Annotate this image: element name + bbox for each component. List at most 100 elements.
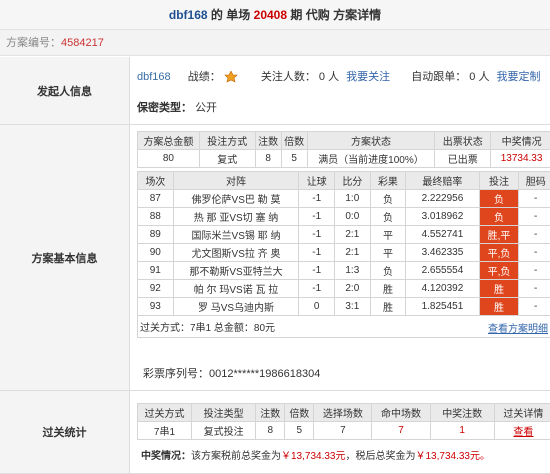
summary-cell: 5 [280,149,308,168]
match-score: 1:3 [334,261,371,280]
title-period: 20408 [253,8,288,22]
match-header: 场次 [137,171,174,190]
match-no: 91 [137,261,174,280]
ticket-serial-value: 0012******1986618304 [209,368,321,380]
stats-table: 过关方式 投注类型 注数 倍数 选择场数 命中场数 中奖注数 过关详情 7串1 … [137,403,550,440]
stats-header: 过关详情 [493,403,550,422]
summary-cell-prize: 13734.33 [490,149,550,168]
match-result: 胜 [369,297,407,316]
match-no: 92 [137,279,174,298]
match-header: 彩果 [369,171,407,190]
match-table: 场次 对阵 让球 比分 彩果 最终赔率 投注 胆码 87 佛罗伦萨VS巴 勒 莫… [137,171,550,338]
match-row: 92 帕 尔 玛VS诺 瓦 拉 -1 2:0 胜 4.120392 胜 - [137,279,550,298]
match-no: 87 [137,189,174,208]
initiator-section: 发起人信息 dbf168 战绩： 关注人数： 0 人 我要关注 自动跟单： 0 … [0,57,550,125]
summary-header: 方案总金额 [137,131,200,150]
match-header: 胆码 [518,171,550,190]
ticket-serial-label: 彩票序列号： [143,368,209,380]
match-teams: 佛罗伦萨VS巴 勒 莫 [172,189,300,208]
match-header: 最终赔率 [405,171,480,190]
stats-cell: 复式投注 [190,421,257,440]
title-de: 的 [210,8,223,22]
match-row: 89 国际米兰VS锡 耶 纳 -1 2:1 平 4.552741 胜,平 - [137,225,550,244]
basic-info-section-label: 方案基本信息 [0,125,130,390]
custom-follow-link[interactable]: 我要定制 [497,71,541,83]
match-bet: 平,负 [478,243,520,262]
match-header: 投注 [478,171,520,190]
stats-header: 中奖注数 [429,403,495,422]
match-banker: - [518,225,550,244]
prize-label: 中奖情况： [141,451,191,462]
match-result: 平 [369,243,407,262]
follow-link[interactable]: 我要关注 [346,71,390,83]
prize-pre-tax: ￥13,734.33元 [281,451,346,462]
prize-post-tax: ￥13,734.33元。 [415,451,491,462]
summary-cell: 满员（当前进度100%） [306,149,436,168]
title-user[interactable]: dbf168 [169,8,208,22]
crown-icon [224,70,238,83]
match-row: 88 热 那 亚VS切 塞 纳 -1 0:0 负 3.018962 负 - [137,207,550,226]
summary-header-row: 方案总金额 投注方式 注数 倍数 方案状态 出票状态 中奖情况 [137,131,550,150]
match-bet: 胜,平 [478,225,520,244]
summary-table: 方案总金额 投注方式 注数 倍数 方案状态 出票状态 中奖情况 80 复式 8 … [137,131,550,168]
match-handicap: -1 [298,207,335,226]
followers-label: 关注人数： [260,71,316,83]
match-handicap: -1 [298,243,335,262]
match-handicap: -1 [298,189,335,208]
match-teams: 尤文图斯VS拉 齐 奥 [172,243,300,262]
stats-section: 过关统计 过关方式 投注类型 注数 倍数 选择场数 命中场数 中奖注数 过关详情… [0,391,550,474]
match-no: 88 [137,207,174,226]
view-pass-detail-link[interactable]: 查看 [513,427,533,438]
match-odds: 2.222956 [405,189,480,208]
match-result: 负 [369,207,407,226]
match-header: 对阵 [172,171,300,190]
stats-cell-hits: 7 [371,421,431,440]
auto-follow-label: 自动跟单： [411,71,467,83]
followers-count: 0 人 [318,71,340,83]
stats-header: 过关方式 [137,403,192,422]
stats-cell: 5 [284,421,315,440]
initiator-name[interactable]: dbf168 [137,71,171,83]
match-odds: 2.655554 [405,261,480,280]
match-banker: - [518,261,550,280]
match-banker: - [518,279,550,298]
summary-header: 倍数 [280,131,308,150]
summary-header: 中奖情况 [490,131,550,150]
match-bet: 平,负 [478,261,520,280]
match-result: 胜 [369,279,407,298]
summary-cell: 复式 [198,149,256,168]
match-odds: 3.018962 [405,207,480,226]
privacy-value: 公开 [195,102,218,114]
ticket-serial: 彩票序列号：0012******1986618304 [143,365,320,381]
summary-cell: 80 [137,149,200,168]
project-number-bar: 方案编号：4584217 [0,30,550,56]
match-result: 负 [369,261,407,280]
match-footer-text: 过关方式：7串1 总金额：80元 [140,323,276,334]
match-teams: 热 那 亚VS切 塞 纳 [172,207,300,226]
stats-section-label: 过关统计 [0,391,130,473]
record-label: 战绩： [187,71,221,83]
match-no: 89 [137,225,174,244]
match-no: 93 [137,297,174,316]
match-banker: - [518,189,550,208]
match-header: 比分 [334,171,371,190]
match-odds: 4.552741 [405,225,480,244]
match-score: 1:0 [334,189,371,208]
match-bet: 负 [478,207,520,226]
match-teams: 国际米兰VS锡 耶 纳 [172,225,300,244]
stats-cell-wins: 1 [429,421,495,440]
match-footer: 过关方式：7串1 总金额：80元 查看方案明细 [137,315,550,338]
summary-header: 出票状态 [434,131,492,150]
prize-text-2: ，税后总奖金为 [345,451,416,462]
title-game: 单场 [226,8,251,22]
view-detail-link[interactable]: 查看方案明细 [488,320,548,335]
basic-info-section: 方案基本信息 方案总金额 投注方式 注数 倍数 方案状态 出票状态 中奖情况 8… [0,125,550,391]
summary-cell: 8 [254,149,282,168]
match-banker: - [518,297,550,316]
stats-header: 投注类型 [190,403,257,422]
match-no: 90 [137,243,174,262]
match-row: 91 那不勒斯VS亚特兰大 -1 1:3 负 2.655554 平,负 - [137,261,550,280]
match-score: 2:1 [334,225,371,244]
match-score: 2:0 [334,279,371,298]
match-banker: - [518,243,550,262]
